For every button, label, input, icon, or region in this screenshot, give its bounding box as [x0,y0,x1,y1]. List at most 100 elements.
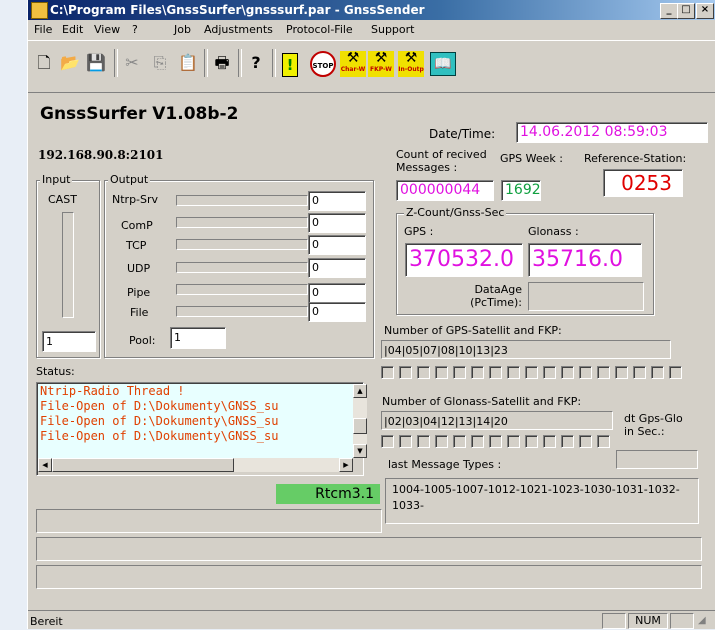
status-line: File-Open of D:\Dokumenty\GNSS_su [40,414,279,428]
output-bar-ntrp-srv [176,195,308,206]
status-log: Ntrip-Radio Thread ! File-Open of D:\Dok… [38,384,353,458]
open-folder-icon[interactable]: 📂 [58,51,82,75]
input-group-label: Input [40,173,73,186]
menu-file[interactable]: File [34,23,52,36]
stop-icon[interactable]: STOP [310,51,336,77]
gps-week-label: GPS Week : [500,152,563,165]
app-heading: GnssSurfer V1.08b-2 [40,104,239,124]
input-value-field[interactable]: 1 [42,331,96,352]
fkp-window-label: FKP-W [370,66,392,73]
last-message-types-field: 1004-1005-1007-1012-1021-1023-1030-1031-… [385,478,699,524]
reference-station-field: 0253 [603,169,683,197]
status-horizontal-scrollbar[interactable]: ◀ ▶ [38,458,353,472]
menu-help[interactable]: ? [132,23,138,36]
char-window-icon[interactable]: ⚒ Char-W [340,51,366,77]
zcount-gps-field: 370532.0 [405,243,523,277]
tools-icon: ⚒ [374,50,388,66]
input-type: CAST [48,193,77,206]
status-line: File-Open of D:\Dokumenty\GNSS_su [40,399,279,413]
fkp-indicator [597,435,610,448]
toolbar-separator [238,49,242,77]
fkp-indicator [561,366,574,379]
messages-count-field: 000000044 [396,180,494,201]
scroll-down-icon[interactable]: ▼ [353,444,367,458]
save-icon[interactable]: 💾 [84,51,108,75]
fkp-indicator [471,366,484,379]
input-level-bar [62,212,74,318]
output-group-label: Output [108,173,151,186]
menu-bar: File Edit View ? Job Adjustments Protoco… [28,20,715,39]
status-vertical-scrollbar[interactable]: ▲ ▼ [353,384,367,458]
fkp-indicator [453,366,466,379]
reference-station-label: Reference-Station: [584,152,687,165]
fkp-indicator [615,366,628,379]
gps-sat-field: |04|05|07|08|10|13|23 [381,340,671,359]
dt-gps-glo-field [616,450,698,469]
output-label-udp: UDP [127,262,151,275]
maximize-button[interactable]: □ [677,3,695,19]
fkp-indicator [399,435,412,448]
fkp-indicator [669,366,682,379]
menu-view[interactable]: View [94,23,120,36]
output-bar-udp [176,262,308,273]
scroll-right-icon[interactable]: ▶ [339,458,353,472]
scroll-left-icon[interactable]: ◀ [38,458,52,472]
menu-support[interactable]: Support [371,23,414,36]
fkp-indicator [417,366,430,379]
fkp-indicator [561,435,574,448]
fkp-window-icon[interactable]: ⚒ FKP-W [368,51,394,77]
status-bar: Bereit NUM ◢ [28,610,715,630]
format-indicator: Rtcm3.1 [276,484,380,504]
inout-label: In-Outp [398,66,424,73]
tools-icon: ⚒ [404,50,418,66]
num-indicator: NUM [628,613,668,629]
copy-icon[interactable]: ⎘ [148,51,172,75]
fkp-indicator [453,435,466,448]
messages-count-label: Count of recived Messages : [396,148,487,174]
title-bar[interactable]: C:\Program Files\GnssSurfer\gnsssurf.par… [28,0,715,20]
output-field-file[interactable]: 0 [308,302,366,322]
paste-icon[interactable]: 📋 [176,51,200,75]
status-box: Ntrip-Radio Thread ! File-Open of D:\Dok… [36,382,367,476]
fkp-indicator [525,366,538,379]
warning-icon[interactable]: ! [282,53,298,77]
scroll-up-icon[interactable]: ▲ [353,384,367,398]
help-icon[interactable]: ? [244,51,268,75]
fkp-indicator [471,435,484,448]
output-bar-pipe [176,284,308,295]
fkp-indicator [435,366,448,379]
menu-job[interactable]: Job [174,23,191,36]
output-field-pipe[interactable]: 0 [308,283,366,303]
scroll-thumb[interactable] [52,458,234,472]
menu-adjustments[interactable]: Adjustments [204,23,273,36]
pool-field[interactable]: 1 [170,327,226,349]
minimize-button[interactable]: _ [660,3,678,19]
zcount-glonass-label: Glonass : [528,225,579,238]
fkp-indicator [489,435,502,448]
scroll-thumb[interactable] [353,418,367,434]
resize-grip-icon[interactable]: ◢ [698,615,712,629]
menu-protocol-file[interactable]: Protocol-File [286,23,353,36]
output-field-comp[interactable]: 0 [308,213,366,233]
close-button[interactable]: × [696,3,714,19]
zcount-gps-label: GPS : [404,225,434,238]
print-icon[interactable]: 🖶 [210,51,234,75]
book-icon[interactable]: 📖 [430,52,456,76]
menu-edit[interactable]: Edit [62,23,83,36]
info-panel [36,565,702,589]
fkp-indicator [507,366,520,379]
status-label: Status: [36,365,75,378]
window-title: C:\Program Files\GnssSurfer\gnsssurf.par… [50,3,425,17]
inout-icon[interactable]: ⚒ In-Outp [398,51,424,77]
zcount-group-label: Z-Count/Gnss-Sec [404,206,507,219]
caps-indicator [602,613,626,629]
cut-icon[interactable]: ✂ [120,51,144,75]
fkp-indicator [435,435,448,448]
status-line: Ntrip-Radio Thread ! [40,384,185,398]
output-field-ntrp-srv[interactable]: 0 [308,191,366,211]
app-icon[interactable] [31,2,48,19]
new-file-icon[interactable]: 🗋 [32,51,56,75]
output-field-udp[interactable]: 0 [308,258,366,278]
output-field-tcp[interactable]: 0 [308,235,366,255]
fkp-indicator [399,366,412,379]
